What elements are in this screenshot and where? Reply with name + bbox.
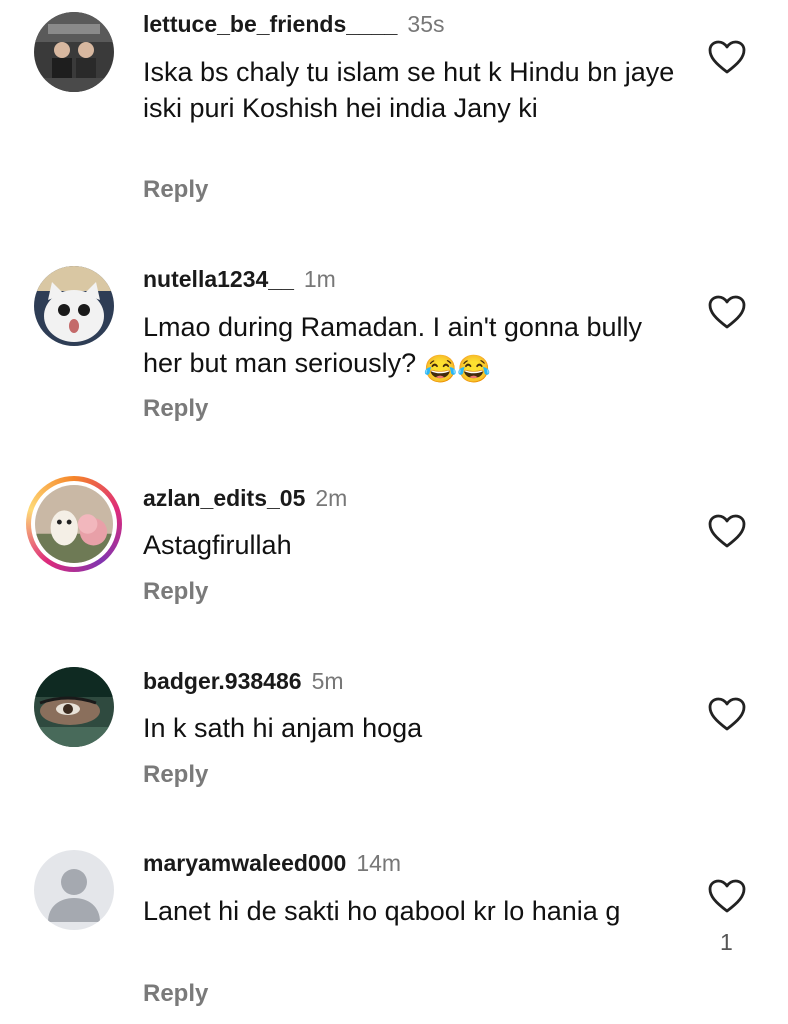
avatar-photo [34, 667, 114, 747]
like-button[interactable] [707, 39, 747, 75]
comment-meta: badger.938486 5m [143, 667, 344, 695]
comment-text: Lmao during Ramadan. I ain't gonna bully… [143, 309, 683, 387]
reply-button[interactable]: Reply [143, 395, 208, 423]
comment-time: 1m [303, 266, 336, 292]
avatar [31, 481, 117, 567]
reply-button[interactable]: Reply [143, 578, 208, 606]
reply-button[interactable]: Reply [143, 980, 208, 1008]
heart-outline-icon [708, 295, 746, 329]
heart-outline-icon [708, 40, 746, 74]
avatar[interactable] [34, 667, 114, 747]
comment-text: Astagfirullah [143, 530, 292, 560]
comment-time: 35s [407, 11, 445, 37]
avatar-photo [34, 12, 114, 92]
reply-button[interactable]: Reply [143, 761, 208, 789]
person-placeholder-icon [34, 850, 114, 930]
comment-text-body: Lmao during Ramadan. I ain't gonna bully… [143, 312, 642, 378]
avatar-story-ring[interactable] [26, 476, 122, 572]
heart-outline-icon [708, 697, 746, 731]
like-button[interactable] [707, 696, 747, 732]
like-count: 1 [720, 929, 733, 955]
comment-text: In k sath hi anjam hoga [143, 713, 423, 743]
username[interactable]: lettuce_be_friends____ [143, 11, 397, 37]
username[interactable]: maryamwaleed000 [143, 850, 346, 876]
avatar-photo [34, 266, 114, 346]
avatar[interactable] [34, 266, 114, 346]
comment-text: Lanet hi de sakti ho qabool kr lo hania … [143, 896, 621, 926]
heart-outline-icon [708, 514, 746, 548]
username[interactable]: badger.938486 [143, 668, 302, 694]
heart-outline-icon [708, 879, 746, 913]
comment-meta: maryamwaleed000 14m [143, 849, 401, 877]
comment-text: Iska bs chaly tu islam se hut k Hindu bn… [143, 57, 675, 123]
comment-meta: nutella1234__ 1m [143, 265, 336, 293]
like-button[interactable] [707, 294, 747, 330]
username[interactable]: nutella1234__ [143, 266, 294, 292]
comment-time: 5m [311, 668, 344, 694]
comment-time: 2m [315, 485, 348, 511]
avatar[interactable] [34, 850, 114, 930]
comment-meta: lettuce_be_friends____ 35s [143, 10, 445, 38]
username[interactable]: azlan_edits_05 [143, 485, 305, 511]
comment-meta: azlan_edits_05 2m [143, 484, 347, 512]
reply-button[interactable]: Reply [143, 176, 208, 204]
avatar[interactable] [34, 12, 114, 92]
laughing-emoji: 😂😂 [423, 354, 491, 384]
comment-time: 14m [356, 850, 402, 876]
like-button[interactable] [707, 878, 747, 914]
like-button[interactable] [707, 513, 747, 549]
avatar-photo [35, 485, 113, 563]
